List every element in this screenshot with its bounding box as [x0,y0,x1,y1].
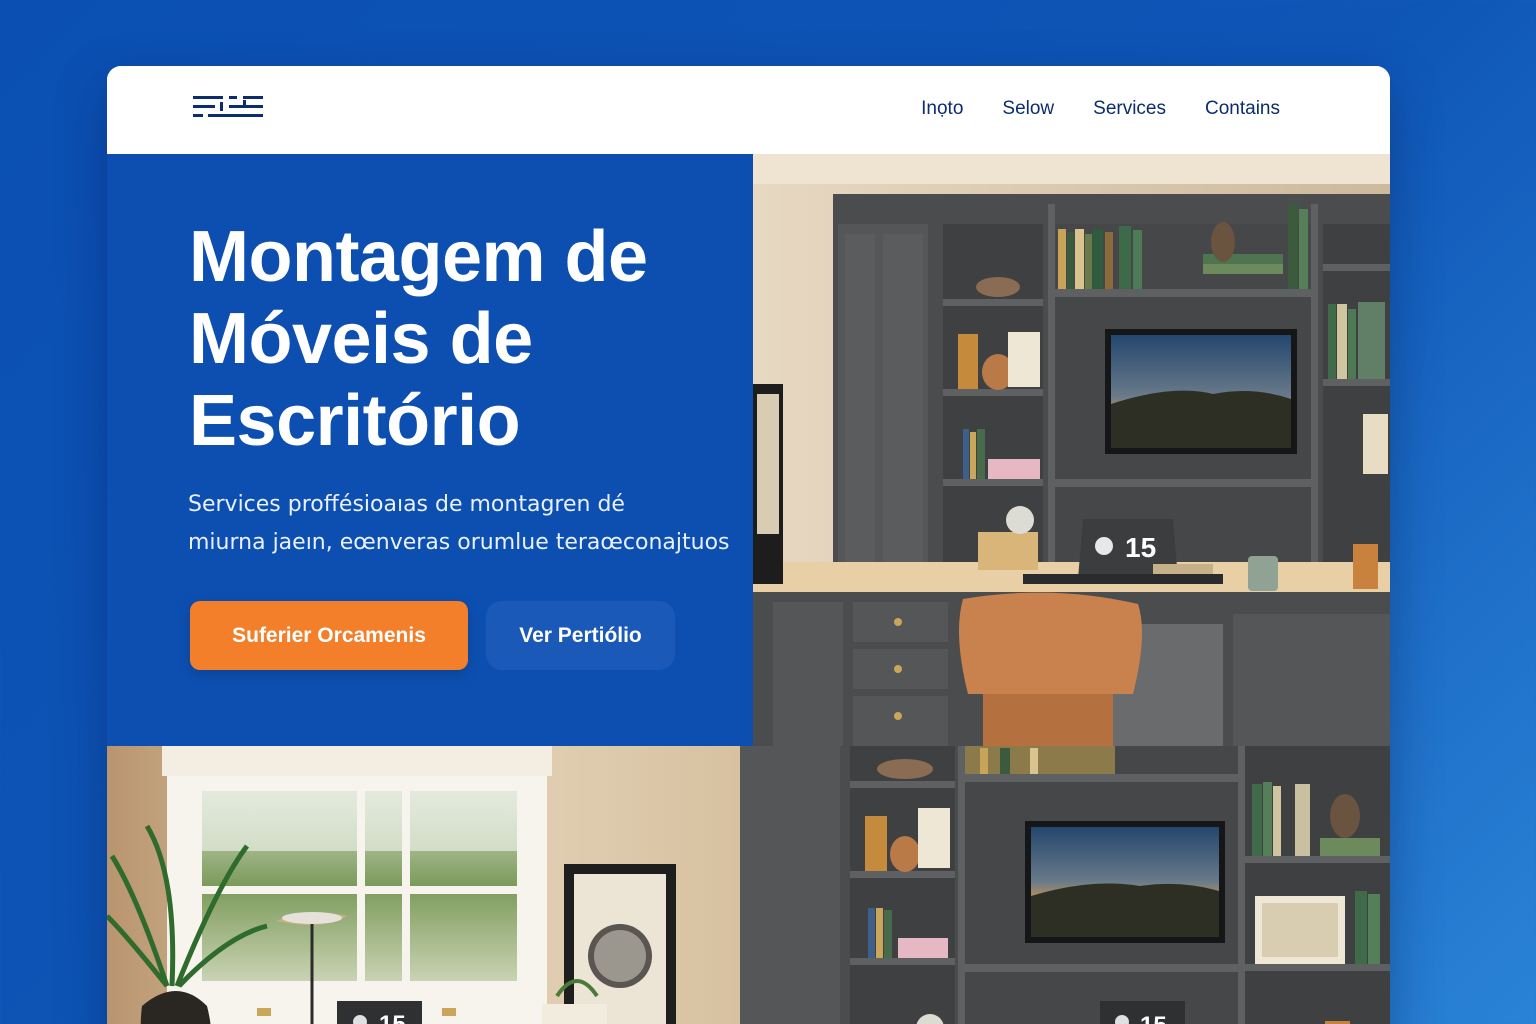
hero-title: Montagem de Móveis de Escritório [189,216,729,462]
nav-link-sobre[interactable]: Selow [1002,98,1054,120]
office-furniture-photo: 15 [753,154,1390,746]
nav-link-services[interactable]: Services [1093,98,1166,120]
laptop-badge-text: 15 [1140,1012,1167,1024]
hero-title-line: Escritório [189,381,521,461]
hero-subtitle-line: miurna jaeın, eœnveras orumlue teraœcona… [188,530,730,555]
hero-subtitle: Services proffésioaıas de montagren dé m… [188,486,730,562]
top-navbar: Inọto Selow Services Contains [107,66,1390,154]
bookshelf-photo: 15 [740,746,1390,1024]
hero-panel: Montagem de Móveis de Escritório Service… [107,154,753,746]
request-quote-button[interactable]: Suferier Orcamenis [190,601,468,670]
nav-link-inicio[interactable]: Inọto [921,98,963,120]
hero-subtitle-line: Services proffésioaıas de montagren dé [188,492,625,517]
hero-title-line: Montagem de [189,217,648,297]
nav-links: Inọto Selow Services Contains [921,98,1280,120]
laptop-badge-text: 15 [379,1011,406,1024]
nav-link-contact[interactable]: Contains [1205,98,1280,120]
laptop-badge-text: 15 [1125,532,1156,563]
home-office-window-photo: 15 [107,746,740,1024]
browser-window: Inọto Selow Services Contains Montagem d… [107,66,1390,1024]
view-portfolio-button[interactable]: Ver Pertiólio [486,601,675,670]
hero-title-line: Móveis de [189,299,533,379]
brand-logo-icon[interactable] [193,94,265,122]
